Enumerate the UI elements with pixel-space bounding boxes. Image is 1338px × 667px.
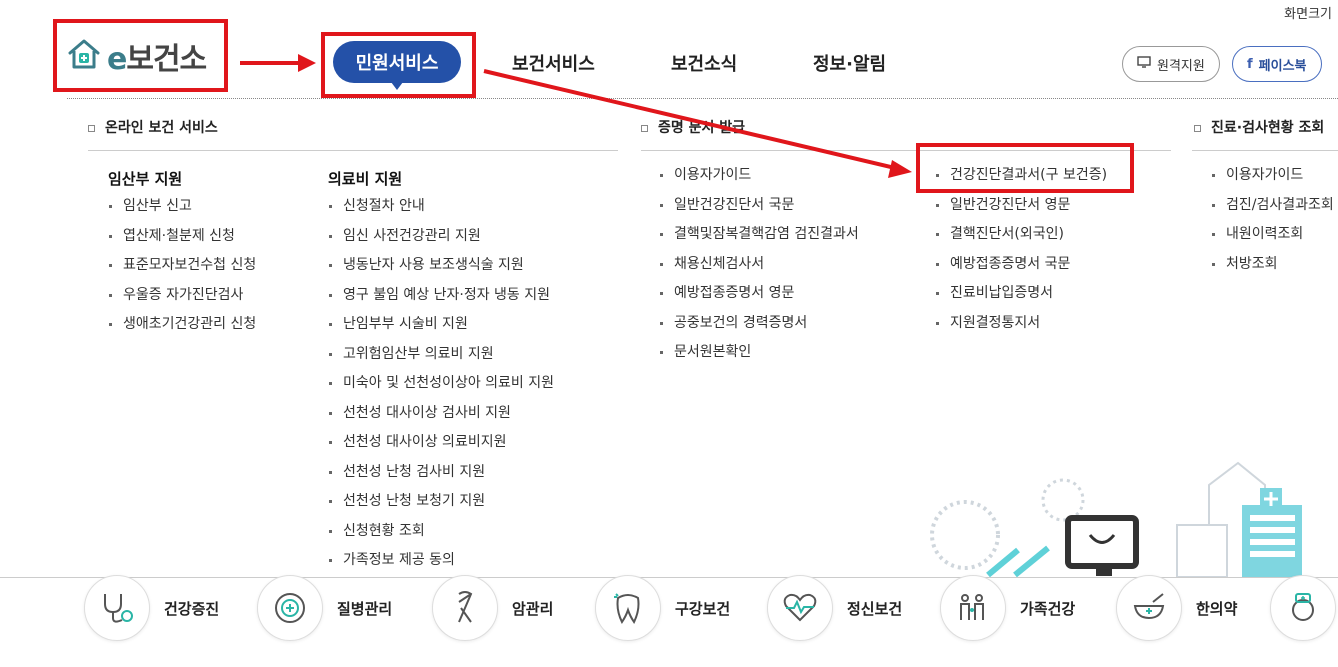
- quick-menu-item[interactable]: 암관리: [432, 575, 553, 641]
- menu-link[interactable]: 영구 불임 예상 난자·정자 냉동 지원: [329, 286, 554, 316]
- monitor-icon: [1137, 56, 1151, 72]
- quick-menu-label: 정신보건: [847, 599, 903, 618]
- menu-link[interactable]: 지원결정통지서: [936, 314, 1107, 344]
- quick-menu-item[interactable]: 가족건강: [940, 575, 1075, 641]
- menu-link[interactable]: 난임부부 시술비 지원: [329, 315, 554, 345]
- remote-support-button[interactable]: 원격지원: [1122, 46, 1220, 82]
- menu-link[interactable]: 일반건강진단서 영문: [936, 196, 1107, 226]
- zoom-link[interactable]: 화면크기: [1284, 3, 1332, 22]
- medical-cost-heading: 의료비 지원: [328, 170, 403, 188]
- menu-link[interactable]: 표준모자보건수첩 신청: [109, 256, 256, 286]
- ribbon-icon: [432, 575, 498, 641]
- menu-link[interactable]: 임신 사전건강관리 지원: [329, 227, 554, 257]
- section-certificate: 증명 문서 발급: [641, 117, 745, 137]
- quick-menu-item[interactable]: 정신보건: [767, 575, 902, 641]
- menu-link[interactable]: 냉동난자 사용 보조생식술 지원: [329, 256, 554, 286]
- stethoscope-icon: [84, 575, 150, 641]
- medical-cost-list: 신청절차 안내 임신 사전건강관리 지원 냉동난자 사용 보조생식술 지원 영구 불임…: [329, 197, 554, 581]
- quick-menu-item[interactable]: 구강보건: [595, 575, 730, 641]
- facebook-icon: f: [1247, 56, 1253, 72]
- certificate-list-1: 이용자가이드 일반건강진단서 국문 결핵및잠복결핵감염 검진결과서 채용신체검사서 예방…: [660, 166, 859, 373]
- menu-link[interactable]: 내원이력조회: [1212, 225, 1334, 255]
- family-icon: [940, 575, 1006, 641]
- site-logo[interactable]: e보건소: [107, 34, 207, 78]
- menu-link[interactable]: 문서원본확인: [660, 343, 859, 373]
- nav-civil-service[interactable]: 민원서비스: [333, 41, 461, 90]
- menu-link[interactable]: 공중보건의 경력증명서: [660, 314, 859, 344]
- menu-link[interactable]: 임산부 신고: [109, 197, 256, 227]
- nav-health-service[interactable]: 보건서비스: [512, 50, 595, 76]
- city-illustration: [930, 461, 1302, 577]
- menu-link[interactable]: 처방조회: [1212, 255, 1334, 285]
- quick-menu-label: 한의약: [1196, 599, 1238, 618]
- nurse-icon: [1270, 575, 1336, 641]
- tooth-icon: [595, 575, 661, 641]
- menu-link[interactable]: 진료비납입증명서: [936, 284, 1107, 314]
- nav-health-news[interactable]: 보건소식: [671, 50, 737, 76]
- menu-link[interactable]: 엽산제·철분제 신청: [109, 227, 256, 257]
- menu-link[interactable]: 선천성 대사이상 의료비지원: [329, 433, 554, 463]
- health-certificate-highlight-box: [916, 143, 1134, 193]
- quick-menu-item[interactable]: 질병관리: [257, 575, 392, 641]
- quick-menu-label: 건강증진: [164, 599, 220, 618]
- menu-link[interactable]: 우울증 자가진단검사: [109, 286, 256, 316]
- section-divider: [1192, 150, 1338, 151]
- menu-link[interactable]: 검진/검사결과조회: [1212, 196, 1334, 226]
- facebook-button[interactable]: f 페이스북: [1232, 46, 1322, 82]
- menu-link[interactable]: 미숙아 및 선천성이상아 의료비 지원: [329, 374, 554, 404]
- quick-menu-label: 구강보건: [675, 599, 731, 618]
- section-records: 진료·검사현황 조회: [1194, 117, 1324, 137]
- menu-link[interactable]: 선천성 난청 검사비 지원: [329, 463, 554, 493]
- heart-pulse-icon: [767, 575, 833, 641]
- menu-link[interactable]: 예방접종증명서 국문: [936, 255, 1107, 285]
- records-list: 이용자가이드 검진/검사결과조회 내원이력조회 처방조회: [1212, 166, 1334, 284]
- nurse-avatar: [1270, 575, 1336, 641]
- quick-menu-item[interactable]: 한의약: [1116, 575, 1237, 641]
- menu-link[interactable]: 결핵및잠복결핵감염 검진결과서: [660, 225, 859, 255]
- menu-link[interactable]: 신청현황 조회: [329, 522, 554, 552]
- menu-link[interactable]: 고위험임산부 의료비 지원: [329, 345, 554, 375]
- nav-info-notice[interactable]: 정보·알림: [813, 50, 886, 76]
- menu-link[interactable]: 예방접종증명서 영문: [660, 284, 859, 314]
- arrow-head: [298, 54, 316, 72]
- menu-link[interactable]: 생애초기건강관리 신청: [109, 315, 256, 345]
- menu-link[interactable]: 선천성 난청 보청기 지원: [329, 492, 554, 522]
- house-cross-icon: [67, 37, 101, 75]
- menu-link[interactable]: 신청절차 안내: [329, 197, 554, 227]
- mortar-icon: [1116, 575, 1182, 641]
- logo-highlight-box: e보건소: [53, 19, 228, 92]
- section-divider: [88, 150, 618, 151]
- quick-menu-label: 가족건강: [1020, 599, 1076, 618]
- menu-link[interactable]: 선천성 대사이상 검사비 지원: [329, 404, 554, 434]
- quick-menu-label: 암관리: [512, 599, 554, 618]
- menu-link[interactable]: 이용자가이드: [660, 166, 859, 196]
- header-divider: [67, 98, 1338, 99]
- cross-circle-icon: [257, 575, 323, 641]
- menu-link[interactable]: 일반건강진단서 국문: [660, 196, 859, 226]
- quick-menu-item[interactable]: 건강증진: [84, 575, 219, 641]
- section-online-health: 온라인 보건 서비스: [88, 117, 218, 137]
- menu-link[interactable]: 결핵진단서(외국인): [936, 225, 1107, 255]
- quick-menu-label: 질병관리: [337, 599, 393, 618]
- pregnancy-support-list: 임산부 신고 엽산제·철분제 신청 표준모자보건수첩 신청 우울증 자가진단검사 생애초…: [109, 197, 256, 345]
- pregnancy-support-heading: 임산부 지원: [108, 170, 183, 188]
- menu-link[interactable]: 이용자가이드: [1212, 166, 1334, 196]
- arrow-head: [888, 160, 912, 178]
- menu-link[interactable]: 채용신체검사서: [660, 255, 859, 285]
